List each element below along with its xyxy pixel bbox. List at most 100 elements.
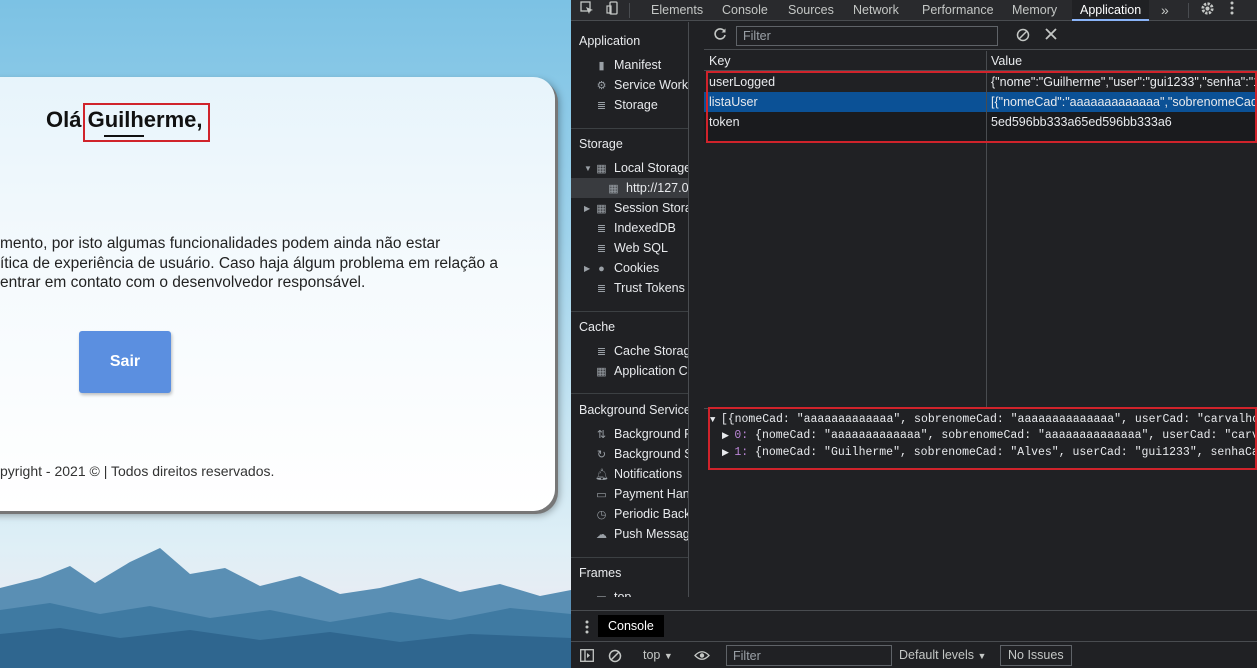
sidebar-item-local-storage[interactable]: ▦ Local Storage: [595, 158, 688, 178]
devtools-tabbar: Elements Console Sources Network Perform…: [571, 0, 1257, 21]
table-row-selected[interactable]: listaUser [{"nomeCad":"aaaaaaaaaaaaa","s…: [704, 92, 1257, 112]
sidebar-item-storage[interactable]: ≣ Storage: [595, 95, 688, 115]
sidebar-item-frame-top[interactable]: ▭top: [595, 587, 688, 597]
sidebar-item-background-sync[interactable]: ↻Background Sync: [595, 444, 688, 464]
header-key[interactable]: Key: [709, 54, 731, 68]
welcome-card: [0, 77, 555, 511]
clear-console-icon[interactable]: [608, 649, 622, 666]
sidebar-item-manifest[interactable]: ▮ Manifest: [595, 55, 688, 75]
logout-button[interactable]: Sair: [79, 331, 171, 393]
table-row[interactable]: userLogged {"nome":"Guilherme","user":"g…: [704, 72, 1257, 92]
footer-copyright: pyright - 2021 © | Todos direitos reserv…: [0, 463, 275, 479]
grid-icon: ▦: [596, 366, 607, 378]
more-tabs-button[interactable]: »: [1161, 0, 1169, 21]
cloud-icon: ☁: [596, 529, 607, 541]
sidebar-item-application-cache[interactable]: ▦Application Cache: [595, 361, 688, 381]
tab-network[interactable]: Network: [853, 0, 899, 21]
sidebar-item-cache-storage[interactable]: ≣Cache Storage: [595, 341, 688, 361]
sidebar-item-websql[interactable]: ≣ Web SQL: [595, 238, 688, 258]
sidebar-section-storage: Storage: [579, 137, 623, 151]
gear-icon: ⚙: [596, 80, 607, 92]
sidebar-section-cache: Cache: [579, 320, 616, 334]
info-paragraph: mento, por isto algumas funcionalidades …: [0, 234, 560, 293]
sidebar-item-periodic-background-sync[interactable]: ◷Periodic Background Sync: [595, 504, 688, 524]
kebab-menu-icon[interactable]: [1230, 1, 1234, 18]
preview-root-line[interactable]: ▼ [{nomeCad: "aaaaaaaaaaaaa", sobrenomeC…: [710, 413, 1257, 426]
refresh-icon[interactable]: [713, 27, 727, 44]
cell-key[interactable]: userLogged: [709, 72, 775, 92]
tab-memory[interactable]: Memory: [1012, 0, 1057, 21]
log-levels-dropdown[interactable]: Default levels ▼: [899, 648, 986, 662]
arrows-updown-icon: ⇅: [596, 429, 607, 441]
frame-icon: ▭: [595, 588, 608, 597]
bell-icon: 🔔︎: [595, 469, 609, 481]
storage-toolbar: [704, 22, 1257, 50]
clear-all-icon[interactable]: [1016, 28, 1030, 45]
tabbar-divider: [1188, 3, 1189, 18]
card-icon: ▭: [596, 489, 607, 501]
sidebar-item-background-fetch[interactable]: ⇅Background Fetch: [595, 424, 688, 444]
greeting-heading: Olá Guilherme,: [46, 107, 203, 133]
sidebar-item-local-origin[interactable]: ▦http://127.0.0.1: [607, 178, 688, 198]
database-icon: ≣: [596, 346, 607, 358]
console-toolbar: top ▼ Default levels ▼ No Issues: [571, 641, 1257, 668]
grid-icon: ▦: [596, 163, 607, 175]
device-toolbar-icon[interactable]: [606, 1, 620, 18]
database-icon: ≣: [596, 243, 607, 255]
header-value[interactable]: Value: [991, 54, 1022, 68]
tab-performance[interactable]: Performance: [922, 0, 994, 21]
tab-elements[interactable]: Elements: [651, 0, 703, 21]
tab-application[interactable]: Application: [1072, 0, 1150, 21]
cell-key[interactable]: listaUser: [709, 92, 758, 112]
sidebar-divider: [571, 557, 688, 558]
context-selector[interactable]: top ▼: [643, 648, 673, 662]
delete-selected-icon[interactable]: [1045, 28, 1057, 43]
value-preview-panel: ▼ [{nomeCad: "aaaaaaaaaaaaa", sobrenomeC…: [704, 407, 1257, 597]
cell-key[interactable]: token: [709, 112, 740, 132]
tab-console[interactable]: Console: [722, 0, 768, 21]
tab-sources[interactable]: Sources: [788, 0, 834, 21]
cell-value[interactable]: [{"nomeCad":"aaaaaaaaaaaaa","sobrenomeCa…: [991, 92, 1257, 112]
sidebar-section-application: Application: [579, 34, 641, 48]
cell-value[interactable]: {"nome":"Guilherme","user":"gui1233","se…: [991, 72, 1257, 92]
clock-icon: ◷: [596, 509, 607, 521]
console-filter-input[interactable]: [726, 645, 892, 666]
dropdown-arrow-icon: ▼: [663, 651, 673, 661]
sidebar-item-push-messaging[interactable]: ☁Push Messaging: [595, 524, 688, 544]
drawer-tab-console[interactable]: Console: [598, 615, 664, 637]
sidebar-section-background-services: Background Services: [579, 403, 689, 417]
text-cursor-underline: [104, 135, 144, 137]
mountains-background: [0, 548, 571, 668]
sidebar-divider: [571, 128, 688, 129]
sidebar-section-frames: Frames: [579, 566, 622, 580]
sidebar-divider: [571, 311, 688, 312]
drawer-menu-icon[interactable]: [585, 620, 589, 637]
sidebar-toggle-icon[interactable]: [580, 649, 594, 665]
sidebar-item-payment-handler[interactable]: ▭Payment Handler: [595, 484, 688, 504]
sidebar-item-session-storage[interactable]: ▦Session Storage: [595, 198, 688, 218]
settings-gear-icon[interactable]: [1200, 1, 1215, 19]
devtools-panel: Elements Console Sources Network Perform…: [571, 0, 1257, 668]
tabbar-divider: [629, 3, 630, 18]
expand-triangle-icon[interactable]: ▼: [584, 164, 592, 173]
collapse-triangle-icon[interactable]: ▶: [584, 264, 590, 273]
cell-value[interactable]: 5ed596bb333a65ed596bb333a6: [991, 112, 1257, 132]
sidebar-item-notifications[interactable]: 🔔︎ Notifications: [595, 464, 688, 484]
storage-filter-input[interactable]: [736, 26, 998, 46]
eye-icon[interactable]: [694, 650, 710, 664]
inspect-element-icon[interactable]: [580, 1, 594, 18]
sidebar-item-service-workers[interactable]: ⚙Service Workers: [595, 75, 688, 95]
info-line-2: ítica de experiência de usuário. Caso ha…: [0, 254, 499, 272]
table-row[interactable]: token 5ed596bb333a65ed596bb333a6: [704, 112, 1257, 132]
sidebar-divider: [571, 393, 688, 394]
issues-button[interactable]: No Issues: [1000, 645, 1072, 666]
grid-icon: ▦: [608, 183, 619, 195]
preview-item-1[interactable]: ▶ 1: {nomeCad: "Guilherme", sobrenomeCad…: [722, 446, 1257, 459]
info-line-3: entrar em contato com o desenvolvedor re…: [0, 274, 366, 291]
collapse-triangle-icon[interactable]: ▶: [584, 204, 590, 213]
sidebar-item-cookies[interactable]: ● Cookies: [595, 258, 688, 278]
empty-row: [704, 132, 1257, 142]
preview-item-0[interactable]: ▶ 0: {nomeCad: "aaaaaaaaaaaaa", sobrenom…: [722, 429, 1257, 442]
sidebar-item-trust-tokens[interactable]: ≣ Trust Tokens: [595, 278, 688, 298]
sidebar-item-indexeddb[interactable]: ≣ IndexedDB: [595, 218, 688, 238]
